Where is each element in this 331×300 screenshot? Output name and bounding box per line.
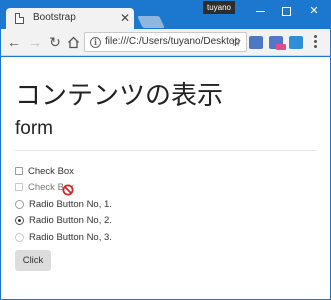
- extension-icon[interactable]: [289, 36, 303, 49]
- section-title: form: [15, 118, 53, 139]
- bookmark-star-icon[interactable]: ☆: [230, 34, 242, 50]
- radio-label: Radio Button No, 3.: [29, 231, 112, 243]
- profile-name[interactable]: tuyano: [203, 1, 235, 14]
- maximize-icon: [281, 6, 291, 16]
- radio-row[interactable]: Radio Button No, 1.: [15, 197, 112, 211]
- info-icon[interactable]: i: [90, 37, 101, 48]
- menu-dots-icon[interactable]: [314, 35, 318, 49]
- page-icon: [15, 13, 24, 24]
- maximize-button[interactable]: [271, 2, 301, 20]
- address-bar[interactable]: i file:///C:/Users/tuyano/Desktop: [84, 32, 247, 52]
- click-button[interactable]: Click: [15, 250, 51, 271]
- checkbox-row[interactable]: Check Box: [15, 164, 74, 178]
- tab-title: Bootstrap: [33, 12, 76, 23]
- back-arrow-icon[interactable]: ←: [6, 34, 22, 50]
- checkbox-label: Check Box: [28, 165, 74, 177]
- browser-window: Bootstrap ✕ tuyano ✕ ← → ↻ i file:///C:/…: [0, 0, 331, 300]
- page-title: コンテンツの表示: [15, 80, 224, 110]
- divider: [15, 150, 317, 151]
- minimize-icon: [255, 10, 265, 12]
- reload-icon[interactable]: ↻: [47, 34, 63, 50]
- title-bar: Bootstrap ✕ tuyano ✕: [1, 1, 330, 30]
- close-icon[interactable]: ✕: [120, 10, 130, 26]
- browser-toolbar: ← → ↻ i file:///C:/Users/tuyano/Desktop …: [1, 29, 330, 56]
- home-icon[interactable]: [65, 34, 81, 50]
- radio-label: Radio Button No, 2.: [29, 214, 112, 226]
- radio-button-selected[interactable]: [15, 215, 24, 225]
- browser-tab[interactable]: Bootstrap ✕: [6, 8, 134, 30]
- not-allowed-cursor-icon: [62, 184, 74, 196]
- new-tab-button[interactable]: [137, 16, 165, 28]
- window-close-button[interactable]: ✕: [299, 2, 329, 20]
- checkbox[interactable]: [15, 167, 23, 175]
- checkbox-disabled: [15, 183, 23, 191]
- radio-row[interactable]: Radio Button No, 3.: [15, 230, 112, 244]
- page-viewport: コンテンツの表示 form Check Box Check Box Radio …: [1, 57, 330, 299]
- radio-label: Radio Button No, 1.: [29, 198, 112, 210]
- url-text: file:///C:/Users/tuyano/Desktop: [105, 36, 241, 47]
- radio-button[interactable]: [15, 232, 24, 242]
- forward-arrow-icon[interactable]: →: [27, 34, 43, 50]
- radio-row[interactable]: Radio Button No, 2.: [15, 213, 112, 227]
- extension-badge: [276, 44, 286, 50]
- extension-icon[interactable]: [249, 36, 263, 49]
- radio-button[interactable]: [15, 199, 24, 209]
